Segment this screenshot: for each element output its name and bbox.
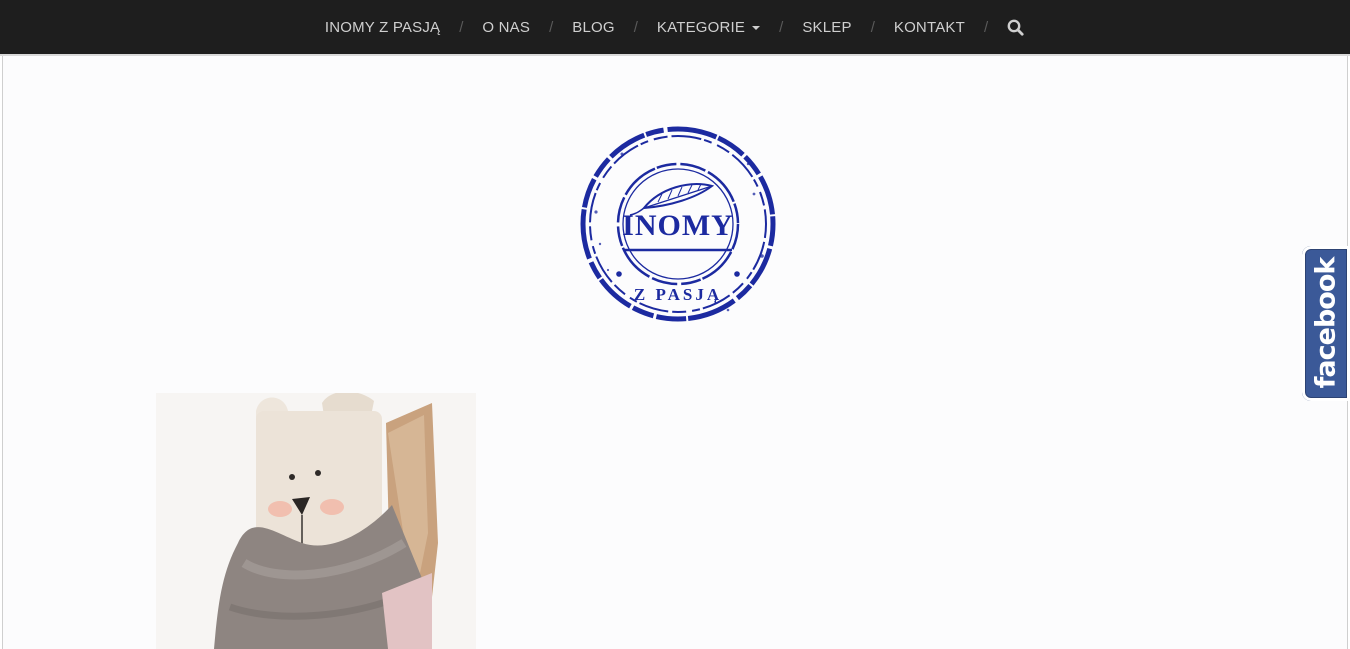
page-content: INOMY Z PASJĄ <box>2 56 1348 649</box>
top-navigation-bar: INOMY Z PASJĄ / O NAS / BLOG / KATEGORIE… <box>0 0 1350 56</box>
nav-item-kategorie-label: KATEGORIE <box>656 18 746 36</box>
nav-item-blog[interactable]: BLOG <box>572 19 614 36</box>
nav-item-o-nas[interactable]: O NAS <box>482 19 530 36</box>
nav-item-inomy-z-pasja[interactable]: INOMY Z PASJĄ <box>325 19 440 36</box>
search-button[interactable] <box>1005 17 1025 37</box>
stamp-logo-graphic: INOMY Z PASJĄ <box>580 126 776 322</box>
nav-separator: / <box>779 18 784 36</box>
search-icon <box>1007 19 1024 36</box>
site-logo[interactable]: INOMY Z PASJĄ <box>578 124 778 324</box>
post-thumbnail-image[interactable] <box>156 393 476 649</box>
nav-item-sklep[interactable]: SKLEP <box>802 19 851 36</box>
nav-item-kategorie[interactable]: KATEGORIE <box>656 18 761 36</box>
logo-sub-text: Z PASJĄ <box>634 285 722 304</box>
nav-separator: / <box>633 18 638 36</box>
nav-separator: / <box>870 18 875 36</box>
nav-separator: / <box>984 18 989 36</box>
caret-down-icon <box>752 25 761 30</box>
nav-separator: / <box>459 18 464 36</box>
main-menu: INOMY Z PASJĄ / O NAS / BLOG / KATEGORIE… <box>0 0 1350 54</box>
nav-separator: / <box>549 18 554 36</box>
logo-main-text: INOMY <box>622 209 734 242</box>
fabric-bunny-toy-image <box>156 393 476 649</box>
facebook-label: facebook <box>1310 257 1342 389</box>
nav-item-kontakt[interactable]: KONTAKT <box>894 19 965 36</box>
facebook-side-tab[interactable]: facebook <box>1302 246 1350 401</box>
